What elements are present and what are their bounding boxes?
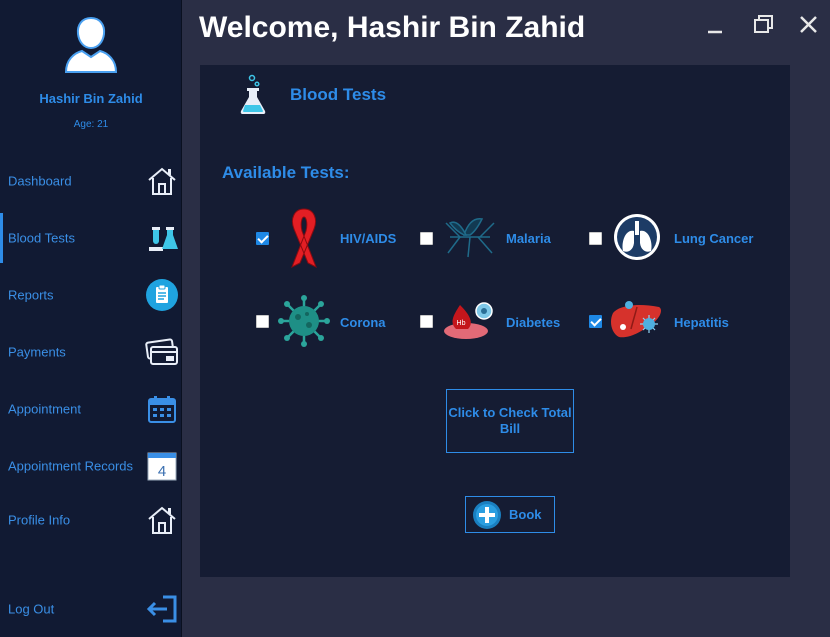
test-option-corona: Corona (256, 293, 416, 353)
sidebar-item-label: Profile Info (8, 512, 71, 528)
test-option-hepatitis: Hepatitis (589, 293, 779, 353)
restore-icon[interactable] (751, 12, 777, 38)
page-title: Blood Tests (290, 85, 387, 104)
test-name: Lung Cancer (674, 231, 754, 246)
red-ribbon-icon (291, 208, 317, 269)
sidebar-item-label: Reports (8, 287, 54, 303)
test-option-hiv: HIV/AIDS (256, 205, 416, 269)
user-name: Hashir Bin Zahid (39, 91, 143, 106)
sidebar-item-blood-tests[interactable]: Blood Tests (0, 213, 182, 263)
test-option-malaria: Malaria (420, 205, 580, 265)
book-button[interactable]: Book (465, 496, 555, 533)
book-button-label: Book (509, 507, 542, 522)
corona-checkbox[interactable] (256, 315, 269, 328)
sidebar-item-reports[interactable]: Reports (0, 270, 182, 320)
sidebar-item-label: Dashboard (8, 173, 72, 189)
sidebar-item-label: Blood Tests (8, 230, 75, 246)
sidebar-item-dashboard[interactable]: Dashboard (0, 156, 182, 206)
liver-icon (611, 301, 661, 338)
available-tests-heading: Available Tests: (222, 163, 350, 182)
test-name: HIV/AIDS (340, 231, 397, 246)
logout-icon (146, 595, 177, 623)
payment-cards-icon (145, 338, 178, 365)
calendar-day-number: 4 (158, 463, 166, 480)
sidebar: Hashir Bin Zahid Age: 21 Dashboard Blood… (0, 0, 182, 637)
user-avatar-icon (64, 16, 118, 73)
test-name: Hepatitis (674, 315, 729, 330)
hiv-checkbox[interactable] (256, 232, 269, 245)
lungs-icon (614, 214, 660, 260)
clipboard-icon (146, 279, 178, 311)
sidebar-item-appointment-records[interactable]: Appointment Records 4 (0, 441, 182, 491)
lab-flask-icon (149, 227, 178, 251)
user-age: Age: 21 (73, 119, 109, 130)
home-icon (148, 167, 176, 195)
blood-drop-icon: Hb (444, 302, 493, 339)
diabetes-checkbox[interactable] (420, 315, 433, 328)
sidebar-item-label: Appointment (8, 401, 81, 417)
lung-cancer-checkbox[interactable] (589, 232, 602, 245)
blood-tests-panel: Blood Tests Available Tests: HIV/AIDS Ma… (200, 65, 790, 577)
test-name: Malaria (506, 231, 551, 246)
sidebar-item-label: Appointment Records (8, 458, 134, 474)
virus-icon (278, 295, 330, 347)
svg-text:Hb: Hb (457, 320, 466, 327)
sidebar-item-log-out[interactable]: Log Out (0, 584, 182, 634)
test-option-lung-cancer: Lung Cancer (589, 205, 779, 265)
check-total-bill-button[interactable]: Click to Check Total Bill (446, 389, 574, 453)
close-icon[interactable] (796, 12, 822, 38)
mosquito-icon (445, 218, 495, 258)
flask-icon (240, 74, 266, 114)
sidebar-item-profile-info[interactable]: Profile Info (0, 495, 182, 545)
test-name: Diabetes (506, 315, 561, 330)
home-icon (148, 506, 176, 534)
sidebar-item-payments[interactable]: Payments (0, 327, 182, 377)
test-name: Corona (340, 315, 386, 330)
plus-circle-icon (473, 501, 501, 529)
sidebar-item-label: Payments (8, 344, 66, 360)
calendar-day-icon: 4 (147, 452, 177, 481)
test-option-diabetes: Hb Diabetes (420, 293, 580, 353)
calendar-icon (148, 396, 176, 423)
sidebar-item-label: Log Out (8, 601, 55, 617)
welcome-title: Welcome, Hashir Bin Zahid (199, 11, 586, 44)
sidebar-item-appointment[interactable]: Appointment (0, 384, 182, 434)
minimize-icon[interactable] (702, 12, 728, 38)
hepatitis-checkbox[interactable] (589, 315, 602, 328)
malaria-checkbox[interactable] (420, 232, 433, 245)
